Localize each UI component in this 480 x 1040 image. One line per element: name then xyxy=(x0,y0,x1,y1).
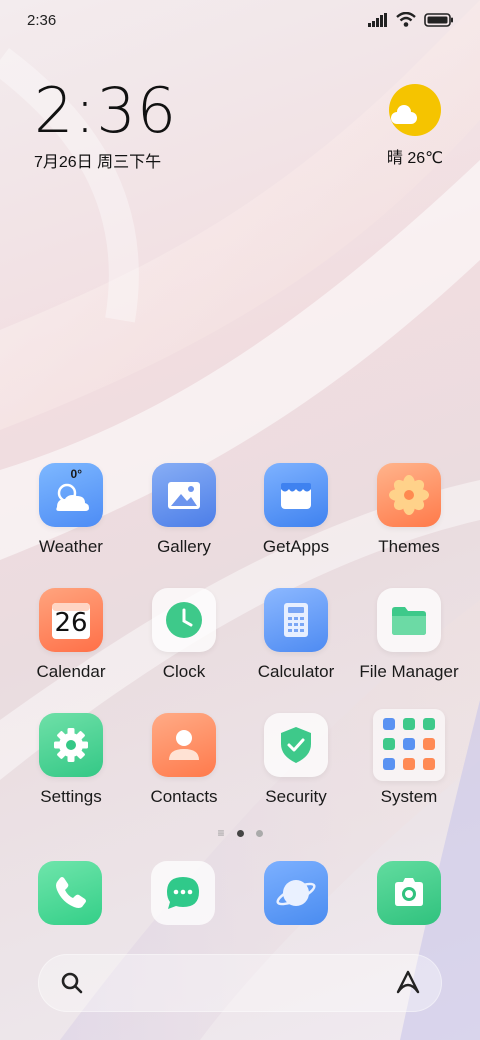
app-weather[interactable]: 0° Weather xyxy=(16,463,126,557)
page-list-icon[interactable]: ≡ xyxy=(217,827,224,839)
calendar-icon: 26 xyxy=(39,588,103,652)
calendar-day: 26 xyxy=(54,608,88,638)
app-security[interactable]: Security xyxy=(241,713,351,807)
assistant-icon[interactable] xyxy=(394,968,422,996)
messages-icon xyxy=(167,877,199,909)
signal-icon xyxy=(368,12,387,27)
calculator-icon xyxy=(264,588,328,652)
app-label: Security xyxy=(265,787,327,806)
search-bar[interactable] xyxy=(38,954,442,1012)
app-gallery[interactable]: Gallery xyxy=(129,463,239,557)
themes-icon xyxy=(377,463,441,527)
app-calculator[interactable]: Calculator xyxy=(241,588,351,682)
page-dot-current[interactable] xyxy=(236,829,244,837)
weather-temp: 0° xyxy=(70,467,82,481)
app-clock[interactable]: Clock xyxy=(129,588,239,682)
contacts-icon xyxy=(152,713,216,777)
status-icons xyxy=(368,12,454,27)
dock-phone[interactable] xyxy=(38,861,102,925)
weather-widget[interactable]: 晴 26℃ xyxy=(386,84,444,168)
app-settings[interactable]: Settings xyxy=(16,713,126,807)
app-label: Weather xyxy=(39,537,103,556)
search-icon[interactable] xyxy=(60,971,84,995)
app-contacts[interactable]: Contacts xyxy=(129,713,239,807)
app-label: System xyxy=(380,787,438,806)
app-label: Gallery xyxy=(157,537,211,556)
app-label: Settings xyxy=(40,787,102,806)
app-system-folder[interactable]: System xyxy=(354,709,464,807)
dock-messages[interactable] xyxy=(151,861,215,925)
app-label: File Manager xyxy=(359,662,459,681)
weather-icon: 0° xyxy=(39,463,103,527)
app-label: Contacts xyxy=(150,787,218,806)
wifi-icon xyxy=(396,12,416,27)
app-label: Clock xyxy=(162,662,206,681)
status-time: 2:36 xyxy=(27,12,57,29)
app-file-manager[interactable]: File Manager xyxy=(354,588,464,682)
dock-browser[interactable] xyxy=(264,861,328,925)
browser-icon xyxy=(276,880,316,906)
camera-icon xyxy=(395,878,423,906)
app-label: Calculator xyxy=(257,662,335,681)
phone-icon xyxy=(56,877,86,908)
dock-camera[interactable] xyxy=(377,861,441,925)
widget-time: 2:36 xyxy=(34,74,178,147)
settings-icon xyxy=(39,713,103,777)
sun-cloud-icon xyxy=(389,84,441,136)
security-icon xyxy=(264,713,328,777)
status-bar: 2:36 xyxy=(0,0,480,40)
system-folder-icon xyxy=(373,709,445,781)
clock-widget[interactable]: 2:36 7月26日 周三下午 xyxy=(34,78,177,172)
app-themes[interactable]: Themes xyxy=(354,463,464,557)
app-label: GetApps xyxy=(262,537,330,556)
widget-date: 7月26日 周三下午 xyxy=(34,154,162,171)
page-indicator[interactable]: ≡ xyxy=(0,827,480,839)
getapps-icon xyxy=(264,463,328,527)
battery-icon xyxy=(424,12,453,27)
file-manager-icon xyxy=(377,588,441,652)
app-label: Themes xyxy=(378,537,440,556)
app-calendar[interactable]: 26 Calendar xyxy=(16,588,126,682)
clock-icon xyxy=(152,588,216,652)
weather-text: 晴 26℃ xyxy=(386,150,444,167)
gallery-icon xyxy=(152,463,216,527)
page-dot[interactable] xyxy=(255,829,263,837)
app-label: Calendar xyxy=(36,662,106,681)
app-getapps[interactable]: GetApps xyxy=(241,463,351,557)
